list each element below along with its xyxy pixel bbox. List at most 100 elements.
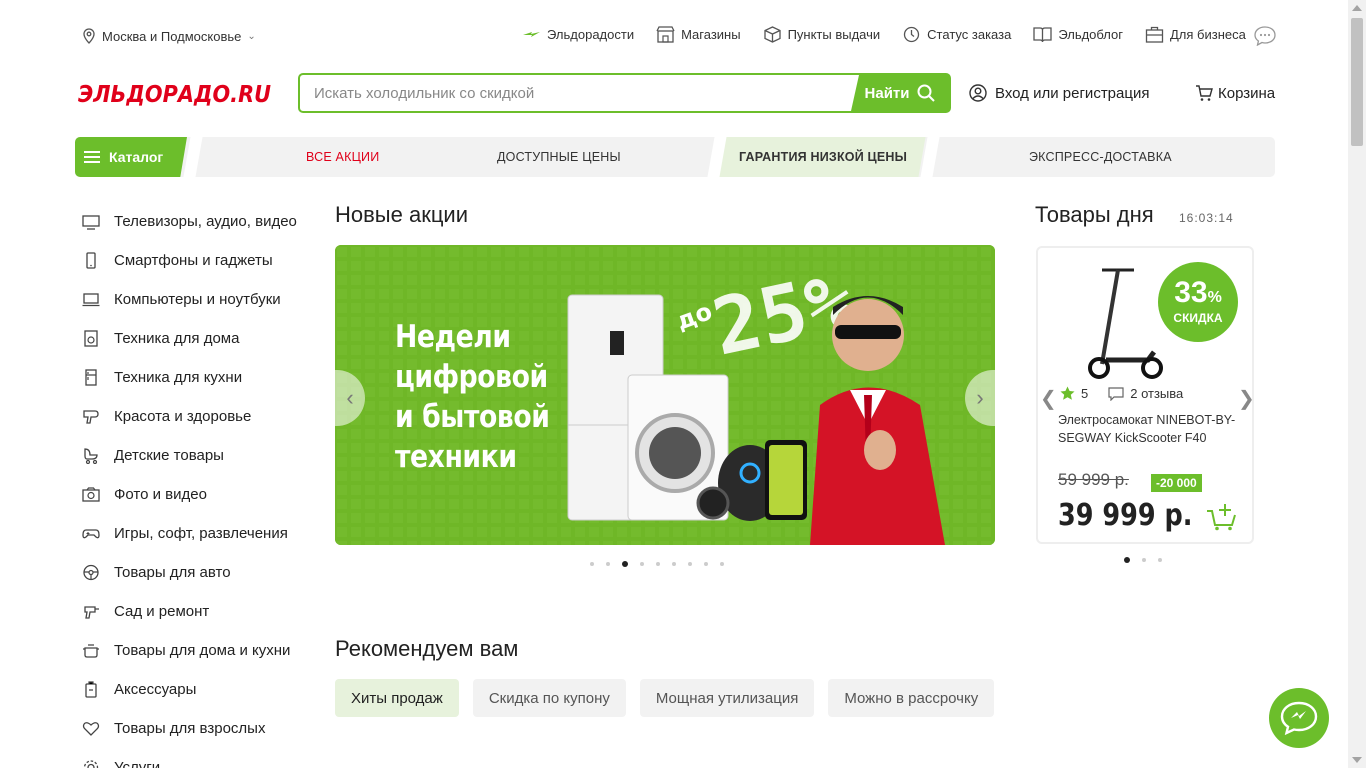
chat-icon[interactable]	[1254, 26, 1276, 46]
deal-product-title[interactable]: Электросамокат NINEBOT-BY-SEGWAY KickSco…	[1058, 411, 1243, 447]
pagination-dot[interactable]	[1142, 558, 1146, 562]
category-photo-video[interactable]: Фото и видео	[82, 475, 322, 514]
catalog-button[interactable]: Каталог	[75, 137, 187, 177]
nav-affordable-prices[interactable]: ДОСТУПНЫЕ ЦЕНЫ	[497, 137, 621, 177]
deal-old-price: 59 999 р.	[1058, 470, 1129, 489]
pagination-dot[interactable]	[606, 562, 610, 566]
toplink-eldoradosti[interactable]: Эльдорадости	[522, 26, 634, 43]
cart-label: Корзина	[1218, 84, 1276, 102]
deal-card[interactable]: 33% СКИДКА ❮ ❯ 5 2 отзыва Электросамокат…	[1036, 246, 1255, 544]
cart-icon	[1196, 85, 1213, 101]
toplink-stores[interactable]: Магазины	[656, 26, 741, 43]
pagination-dot[interactable]	[622, 561, 628, 567]
deals-timer: 16:03:14	[1179, 211, 1234, 225]
pagination-dot[interactable]	[720, 562, 724, 566]
drill-icon	[84, 606, 99, 619]
recommend-title: Рекомендуем вам	[335, 636, 519, 661]
nav-all-promotions[interactable]: ВСЕ АКЦИИ	[306, 137, 379, 177]
washing-machine-icon	[84, 330, 98, 347]
category-computers[interactable]: Компьютеры и ноутбуки	[82, 280, 322, 319]
nav-divider	[183, 137, 203, 177]
pagination-dot[interactable]	[1124, 557, 1130, 563]
support-chat-button[interactable]	[1269, 688, 1329, 748]
accessory-icon	[85, 681, 97, 698]
tv-icon	[82, 215, 100, 230]
eldorado-logo[interactable]: ЭЛЬДОРАДО.RU	[78, 80, 273, 106]
category-label: Компьютеры и ноутбуки	[114, 291, 281, 308]
reviews-link[interactable]: 2 отзыва	[1130, 386, 1183, 401]
category-garden-repair[interactable]: Сад и ремонт	[82, 592, 322, 631]
tab-recycling[interactable]: Мощная утилизация	[639, 679, 815, 717]
toplink-business[interactable]: Для бизнеса	[1145, 26, 1246, 43]
deals-pagination	[1124, 557, 1162, 563]
toplink-label: Для бизнеса	[1169, 27, 1246, 42]
category-services[interactable]: Услуги	[82, 748, 322, 768]
briefcase-icon	[1145, 26, 1164, 43]
category-tv-audio-video[interactable]: Телевизоры, аудио, видео	[82, 202, 322, 241]
catalog-label: Каталог	[109, 149, 164, 165]
category-beauty-health[interactable]: Красота и здоровье	[82, 397, 322, 436]
promo-banner[interactable]: до 25% Недели цифровой и бытовой техники…	[335, 245, 995, 545]
category-accessories[interactable]: Аксессуары	[82, 670, 322, 709]
category-kitchen-appliances[interactable]: Техника для кухни	[82, 358, 322, 397]
comment-icon	[1108, 386, 1124, 401]
banner-line: цифровой	[395, 359, 548, 395]
add-to-cart-icon[interactable]	[1206, 503, 1238, 531]
category-home-appliances[interactable]: Техника для дома	[82, 319, 322, 358]
tab-bestsellers[interactable]: Хиты продаж	[335, 679, 459, 717]
cart-link[interactable]: Корзина	[1195, 84, 1275, 102]
pagination-dot[interactable]	[688, 562, 692, 566]
toplink-label: Статус заказа	[927, 27, 1012, 42]
pagination-dot[interactable]	[704, 562, 708, 566]
pagination-dot[interactable]	[656, 562, 660, 566]
banner-line: техники	[395, 439, 517, 475]
category-auto[interactable]: Товары для авто	[82, 553, 322, 592]
category-smartphones[interactable]: Смартфоны и гаджеты	[82, 241, 322, 280]
pagination-dot[interactable]	[590, 562, 594, 566]
banner-heading: Недели цифровой и бытовой техники	[395, 317, 550, 477]
deal-prev-button[interactable]: ❮	[1040, 386, 1057, 411]
toplink-pickup-points[interactable]: Пункты выдачи	[763, 26, 881, 43]
scroll-up-arrow[interactable]	[1352, 5, 1362, 11]
promos-title: Новые акции	[335, 202, 469, 227]
tab-coupon-discount[interactable]: Скидка по купону	[472, 679, 626, 717]
category-label: Красота и здоровье	[114, 408, 252, 425]
logo-text: ЭЛЬДОРАДО.RU	[78, 82, 271, 106]
deal-next-button[interactable]: ❯	[1238, 386, 1255, 411]
toplink-label: Эльдоблог	[1058, 27, 1123, 42]
toplink-blog[interactable]: Эльдоблог	[1033, 26, 1123, 43]
main-nav: Каталог ВСЕ АКЦИИ ДОСТУПНЫЕ ЦЕНЫ ГАРАНТИ…	[75, 137, 1275, 177]
clock-icon	[904, 26, 920, 43]
steering-wheel-icon	[83, 564, 99, 581]
nav-express-delivery[interactable]: ЭКСПРЕСС-ДОСТАВКА	[1029, 137, 1172, 177]
user-icon	[969, 84, 987, 102]
badge-percent: 33	[1174, 276, 1208, 309]
hairdryer-icon	[83, 410, 99, 424]
recommend-tabs: Хиты продаж Скидка по купону Мощная утил…	[335, 679, 995, 717]
category-label: Телевизоры, аудио, видео	[114, 213, 297, 230]
toplink-label: Эльдорадости	[547, 27, 635, 42]
top-links: Эльдорадости Магазины Пункты выдачи Стат…	[522, 26, 1268, 43]
category-kids[interactable]: Детские товары	[82, 436, 322, 475]
scrollbar-thumb[interactable]	[1351, 18, 1363, 146]
category-adults[interactable]: Товары для взрослых	[82, 709, 322, 748]
login-link[interactable]: Вход или регистрация	[969, 84, 1149, 102]
region-selector[interactable]: Москва и Подмосковье ⌄	[82, 28, 256, 44]
category-label: Товары для взрослых	[114, 720, 266, 737]
toplink-label: Пункты выдачи	[787, 27, 881, 42]
category-label: Сад и ремонт	[114, 603, 210, 620]
category-games[interactable]: Игры, софт, развлечения	[82, 514, 322, 553]
search-button[interactable]: Найти	[851, 75, 949, 111]
category-home-kitchen-goods[interactable]: Товары для дома и кухни	[82, 631, 322, 670]
pagination-dot[interactable]	[672, 562, 676, 566]
pagination-dot[interactable]	[1158, 558, 1162, 562]
category-label: Детские товары	[114, 447, 224, 464]
category-label: Товары для дома и кухни	[114, 642, 291, 659]
tab-installment[interactable]: Можно в рассрочку	[828, 679, 995, 717]
nav-low-price-guarantee[interactable]: ГАРАНТИЯ НИЗКОЙ ЦЕНЫ	[739, 137, 907, 177]
search-input[interactable]	[300, 75, 857, 111]
scooter-image	[1088, 268, 1163, 379]
toplink-order-status[interactable]: Статус заказа	[902, 26, 1011, 43]
scroll-down-arrow[interactable]	[1352, 757, 1362, 763]
pagination-dot[interactable]	[640, 562, 644, 566]
